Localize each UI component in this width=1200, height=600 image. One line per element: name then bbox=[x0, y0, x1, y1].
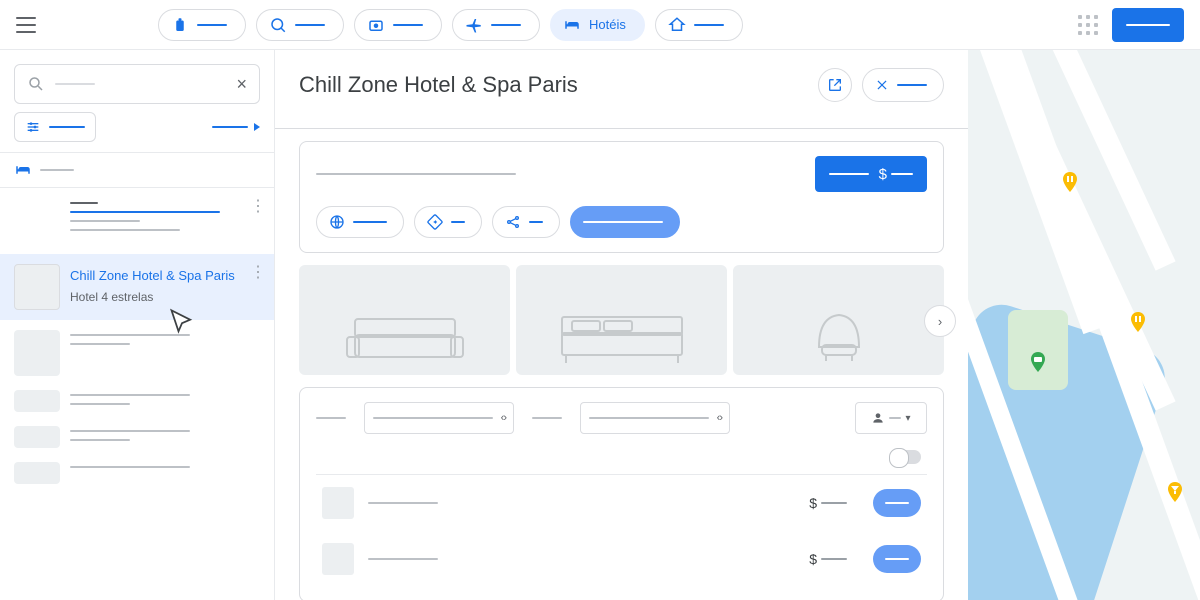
checkin-label bbox=[316, 417, 346, 419]
date-stepper[interactable]: ‹ › bbox=[501, 412, 505, 424]
clear-search-button[interactable]: × bbox=[236, 74, 247, 95]
gallery-image[interactable] bbox=[299, 265, 510, 375]
filters-button[interactable] bbox=[14, 112, 96, 142]
result-item[interactable] bbox=[0, 386, 274, 422]
plane-icon bbox=[465, 16, 483, 34]
search-input[interactable]: × bbox=[14, 64, 260, 104]
result-thumbnail bbox=[14, 330, 60, 376]
close-icon bbox=[875, 78, 889, 92]
share-icon bbox=[505, 214, 521, 230]
photo-gallery: › bbox=[299, 265, 944, 375]
summary-text bbox=[316, 173, 516, 175]
chair-illustration bbox=[804, 297, 874, 367]
camera-icon bbox=[367, 16, 385, 34]
deal-go-button[interactable] bbox=[873, 545, 921, 573]
product-nav: Hotéis bbox=[158, 9, 743, 41]
directions-button[interactable] bbox=[414, 206, 482, 238]
provider-logo bbox=[322, 543, 354, 575]
home-icon bbox=[668, 16, 686, 34]
person-icon bbox=[871, 411, 885, 425]
open-external-button[interactable] bbox=[818, 68, 852, 102]
view-more-link[interactable] bbox=[212, 123, 260, 131]
deal-price: $ bbox=[809, 551, 847, 567]
apps-button[interactable] bbox=[1078, 15, 1098, 35]
gallery-next-button[interactable]: › bbox=[924, 305, 956, 337]
provider-name bbox=[368, 502, 438, 504]
deal-row: $ bbox=[316, 531, 927, 587]
globe-icon bbox=[329, 214, 345, 230]
chevron-right-icon bbox=[254, 123, 260, 131]
result-thumbnail bbox=[14, 390, 60, 412]
free-cancellation-toggle[interactable] bbox=[891, 450, 921, 464]
close-detail-button[interactable] bbox=[862, 68, 944, 102]
detail-tabs bbox=[275, 102, 968, 129]
map-pin-restaurant[interactable] bbox=[1126, 310, 1150, 334]
result-more-button[interactable]: ⋮ bbox=[250, 196, 266, 216]
map-pin-restaurant[interactable] bbox=[1058, 170, 1082, 194]
result-thumbnail bbox=[14, 198, 60, 244]
sofa-illustration bbox=[345, 307, 465, 367]
check-availability-button[interactable] bbox=[570, 206, 680, 238]
sign-in-button[interactable] bbox=[1112, 8, 1184, 42]
deal-row: $ bbox=[316, 475, 927, 531]
provider-name bbox=[368, 558, 438, 560]
share-button[interactable] bbox=[492, 206, 560, 238]
nav-things-to-do[interactable] bbox=[354, 9, 442, 41]
booking-card: ‹ › ‹ › ▾ $ bbox=[299, 387, 944, 600]
result-item[interactable] bbox=[0, 422, 274, 458]
results-sidebar: × ⋮ ⋮ Chill Zo bbox=[0, 50, 275, 600]
guests-input[interactable]: ▾ bbox=[855, 402, 927, 434]
directions-icon bbox=[427, 214, 443, 230]
deal-go-button[interactable] bbox=[873, 489, 921, 517]
gallery-image[interactable] bbox=[733, 265, 944, 375]
summary-card: $ bbox=[299, 141, 944, 253]
result-item[interactable] bbox=[0, 320, 274, 386]
map-panel[interactable] bbox=[968, 50, 1200, 600]
view-deal-button[interactable]: $ bbox=[815, 156, 927, 192]
provider-logo bbox=[322, 487, 354, 519]
checkin-date-input[interactable]: ‹ › bbox=[364, 402, 514, 434]
result-thumbnail bbox=[14, 426, 60, 448]
checkout-date-input[interactable]: ‹ › bbox=[580, 402, 730, 434]
result-more-button[interactable]: ⋮ bbox=[250, 262, 266, 282]
explore-icon bbox=[269, 16, 287, 34]
map-pin-hotel[interactable] bbox=[1026, 350, 1050, 374]
detail-panel: Chill Zone Hotel & Spa Paris bbox=[275, 50, 968, 600]
external-link-icon bbox=[827, 77, 843, 93]
menu-button[interactable] bbox=[16, 17, 36, 33]
filters-icon bbox=[25, 119, 41, 135]
website-button[interactable] bbox=[316, 206, 404, 238]
result-item-selected[interactable]: ⋮ Chill Zone Hotel & Spa Paris Hotel 4 e… bbox=[0, 254, 274, 320]
nav-rentals[interactable] bbox=[655, 9, 743, 41]
result-title: Chill Zone Hotel & Spa Paris bbox=[70, 268, 260, 283]
luggage-icon bbox=[171, 16, 189, 34]
date-stepper[interactable]: ‹ › bbox=[717, 412, 721, 424]
nav-flights[interactable] bbox=[452, 9, 540, 41]
result-thumbnail bbox=[14, 462, 60, 484]
nav-hotels-label: Hotéis bbox=[589, 17, 626, 32]
result-subtitle: Hotel 4 estrelas bbox=[70, 290, 260, 304]
bed-illustration bbox=[552, 307, 692, 367]
nav-travel[interactable] bbox=[158, 9, 246, 41]
deals-list: $ $ bbox=[316, 474, 927, 587]
gallery-image[interactable] bbox=[516, 265, 727, 375]
checkout-label bbox=[532, 417, 562, 419]
sponsored-link bbox=[70, 211, 220, 213]
bed-icon bbox=[563, 16, 581, 34]
map-pin-bar[interactable] bbox=[1163, 480, 1187, 504]
sponsored-result[interactable]: ⋮ bbox=[0, 188, 274, 254]
result-item[interactable] bbox=[0, 458, 274, 494]
deal-price: $ bbox=[809, 495, 847, 511]
bed-icon bbox=[14, 161, 32, 179]
nav-hotels[interactable]: Hotéis bbox=[550, 9, 645, 41]
nav-explore[interactable] bbox=[256, 9, 344, 41]
search-icon bbox=[27, 75, 45, 93]
detail-title: Chill Zone Hotel & Spa Paris bbox=[299, 72, 578, 98]
result-thumbnail bbox=[14, 264, 60, 310]
results-section-header bbox=[0, 152, 274, 188]
